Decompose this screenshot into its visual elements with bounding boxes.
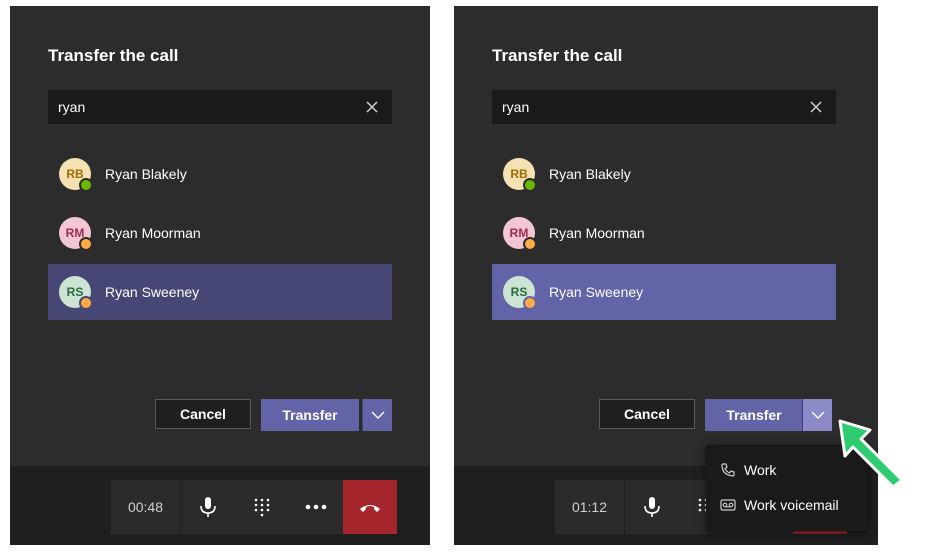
menu-item-label: Work [744, 462, 777, 478]
search-input[interactable] [48, 90, 358, 124]
contact-ryan-moorman[interactable]: RM Ryan Moorman [492, 205, 836, 261]
call-timer: 00:48 [111, 480, 181, 534]
contact-ryan-sweeney[interactable]: RS Ryan Sweeney [48, 264, 392, 320]
away-status-icon [79, 296, 93, 310]
menu-item-work-voicemail[interactable]: Work voicemail [706, 488, 868, 522]
menu-item-label: Work voicemail [744, 497, 839, 513]
chevron-down-icon [811, 411, 824, 419]
available-status-icon [523, 178, 537, 192]
close-icon[interactable] [808, 99, 824, 115]
contact-name: Ryan Blakely [105, 166, 187, 182]
contact-ryan-moorman[interactable]: RM Ryan Moorman [48, 205, 392, 261]
contact-name: Ryan Sweeney [549, 284, 644, 300]
more-options-button[interactable] [289, 480, 343, 534]
close-icon[interactable] [364, 99, 380, 115]
hang-up-button[interactable] [343, 480, 397, 534]
avatar: RS [503, 276, 537, 310]
contact-ryan-blakely[interactable]: RB Ryan Blakely [492, 146, 836, 202]
more-icon [305, 504, 327, 510]
contact-ryan-blakely[interactable]: RB Ryan Blakely [48, 146, 392, 202]
search-input[interactable] [492, 90, 802, 124]
dialpad-icon [254, 498, 270, 517]
contact-name: Ryan Sweeney [105, 284, 200, 300]
mic-button[interactable] [625, 480, 679, 534]
cancel-button[interactable]: Cancel [599, 399, 695, 429]
transfer-panel-left: Transfer the call RB Ryan Blakely RM Rya… [10, 6, 430, 545]
contact-name: Ryan Moorman [105, 225, 201, 241]
microphone-icon [644, 497, 660, 517]
hang-up-icon [360, 505, 380, 512]
contact-name: Ryan Moorman [549, 225, 645, 241]
avatar: RB [59, 158, 93, 192]
away-status-icon [523, 296, 537, 310]
dialog-title: Transfer the call [492, 46, 623, 65]
call-controls: 00:48 [111, 480, 397, 534]
microphone-icon [200, 497, 216, 517]
transfer-options-button[interactable] [802, 399, 832, 431]
dialog-title: Transfer the call [48, 46, 179, 65]
transfer-button[interactable]: Transfer [261, 399, 359, 431]
transfer-button[interactable]: Transfer [705, 399, 803, 431]
contact-name: Ryan Blakely [549, 166, 631, 182]
avatar: RB [503, 158, 537, 192]
transfer-options-button[interactable] [362, 399, 392, 431]
call-timer: 01:12 [555, 480, 625, 534]
away-status-icon [79, 237, 93, 251]
away-status-icon [523, 237, 537, 251]
voicemail-icon [720, 499, 736, 511]
pointer-arrow-icon [838, 419, 904, 489]
phone-icon [721, 463, 735, 477]
dialpad-button[interactable] [235, 480, 289, 534]
transfer-panel-right: Transfer the call RB Ryan Blakely RM Rya… [454, 6, 878, 545]
search-box [492, 90, 836, 124]
cancel-button[interactable]: Cancel [155, 399, 251, 429]
available-status-icon [79, 178, 93, 192]
mic-button[interactable] [181, 480, 235, 534]
contact-ryan-sweeney[interactable]: RS Ryan Sweeney [492, 264, 836, 320]
transfer-dialog: Transfer the call RB Ryan Blakely RM Rya… [454, 6, 878, 466]
transfer-dialog: Transfer the call RB Ryan Blakely RM Rya… [10, 6, 430, 466]
avatar: RM [59, 217, 93, 251]
avatar: RM [503, 217, 537, 251]
search-box [48, 90, 392, 124]
chevron-down-icon [371, 411, 384, 419]
avatar: RS [59, 276, 93, 310]
